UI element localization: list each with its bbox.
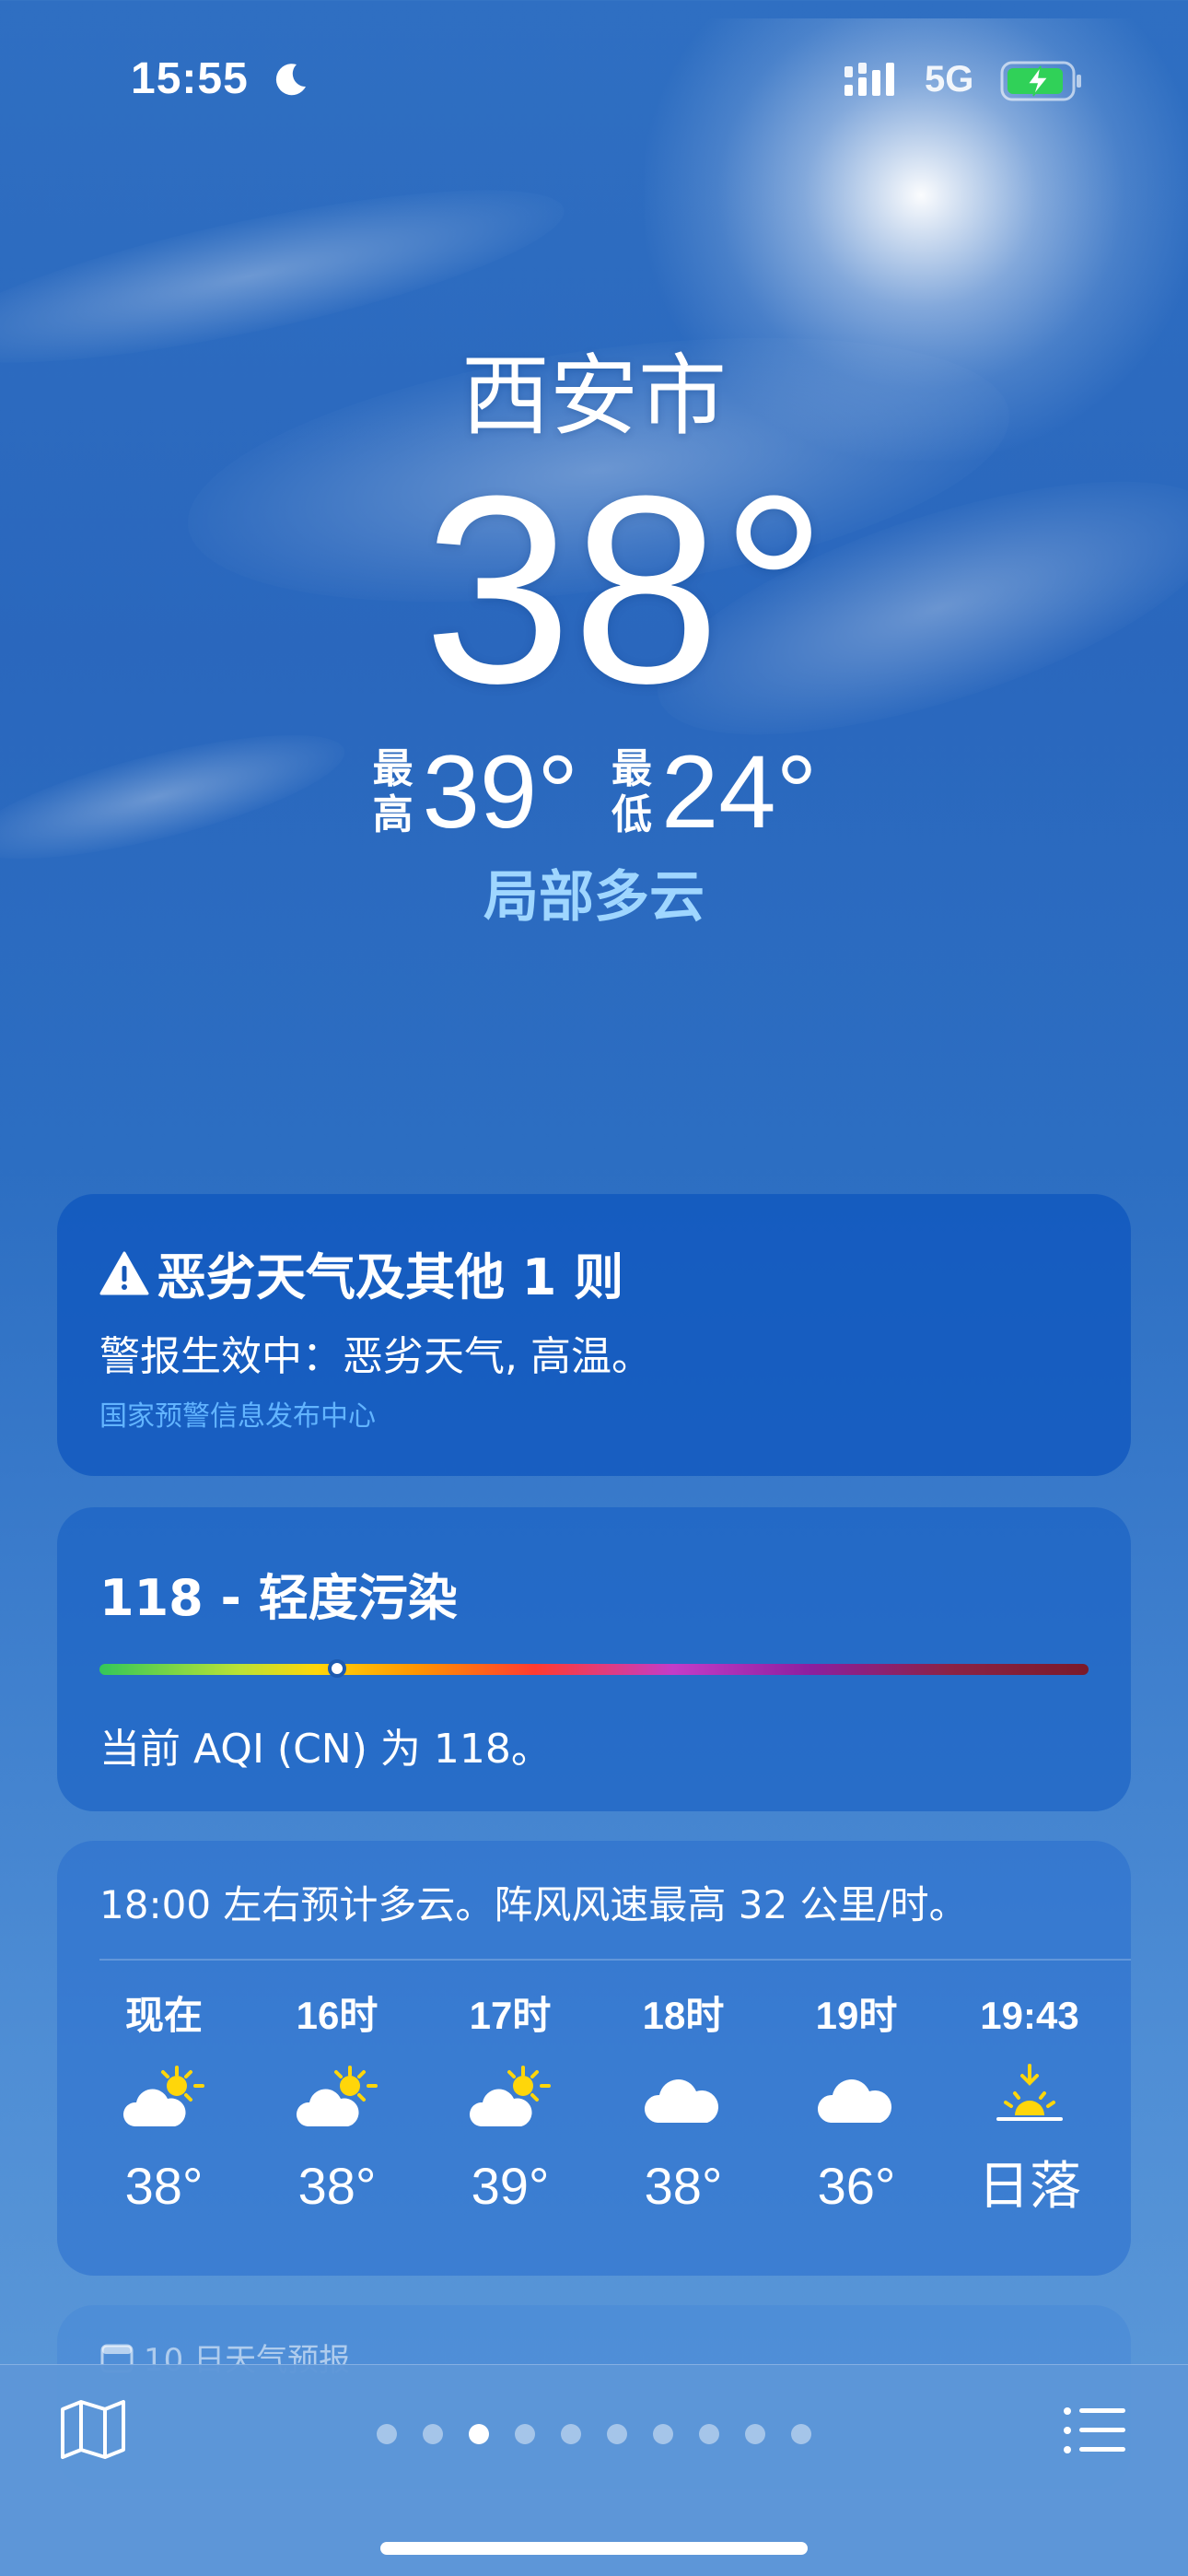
alert-title: 恶劣天气及其他 1 则 xyxy=(157,1248,624,1306)
hourly-item: 19:43 日落 xyxy=(956,1988,1103,2255)
partly-sunny-icon xyxy=(437,2043,584,2154)
weather-header: 西安市 38° 最高 39° 最低 24° 局部多云 xyxy=(0,341,1188,934)
status-bar: 15:55 5G xyxy=(0,0,1188,129)
alert-source-link[interactable]: 国家预警信息发布中心 xyxy=(99,1393,376,1434)
current-temperature: 38° xyxy=(423,440,828,739)
warning-triangle-icon xyxy=(99,1251,149,1294)
hour-label: 19:43 xyxy=(980,1994,1079,2037)
page-dot[interactable] xyxy=(423,2424,443,2444)
page-dot[interactable] xyxy=(469,2424,489,2444)
bottom-toolbar xyxy=(0,2364,1188,2576)
hour-value: 38° xyxy=(297,2157,377,2215)
page-dot[interactable] xyxy=(561,2424,581,2444)
moon-icon xyxy=(275,64,306,96)
hourly-item: 17时 39° xyxy=(437,1988,584,2255)
aqi-indicator-dot xyxy=(327,1659,346,1678)
hour-label: 现在 xyxy=(124,1994,203,2037)
high-label: 最高 xyxy=(372,745,413,838)
page-dot[interactable] xyxy=(515,2424,535,2444)
hourly-scroll[interactable]: 现在 38° 16时 38° 17时 39° 18时 38° 19时 36° 19:43 日落 xyxy=(90,1988,1103,2255)
status-time: 15:55 xyxy=(131,54,249,103)
high-value: 39° xyxy=(422,734,578,849)
hourly-item: 16时 38° xyxy=(263,1988,411,2255)
low-temperature-group: 最低 24° xyxy=(610,737,817,848)
hour-value: 38° xyxy=(644,2157,723,2215)
list-icon[interactable] xyxy=(1063,2406,1127,2455)
weather-condition: 局部多云 xyxy=(483,865,705,930)
hour-label: 19时 xyxy=(815,1994,898,2037)
hour-value: 39° xyxy=(471,2157,550,2215)
high-low-temperature: 最高 39° 最低 24° xyxy=(0,737,1188,848)
hourly-forecast-card[interactable]: 18:00 左右预计多云。阵风风速最高 32 公里/时。 现在 38° 16时 38°… xyxy=(57,1841,1131,2276)
page-dot[interactable] xyxy=(745,2424,765,2444)
city-name: 西安市 xyxy=(461,345,727,448)
page-indicator[interactable] xyxy=(0,2424,1188,2444)
page-dot[interactable] xyxy=(653,2424,673,2444)
hour-label: 18时 xyxy=(642,1994,725,2037)
alert-title-row: 恶劣天气及其他 1 则 xyxy=(99,1236,623,1309)
partly-sunny-icon xyxy=(263,2043,411,2154)
hour-value: 38° xyxy=(124,2157,204,2215)
divider xyxy=(99,1959,1131,1961)
hour-value: 36° xyxy=(817,2157,896,2215)
cloud-icon xyxy=(783,2043,930,2154)
hourly-item: 现在 38° xyxy=(90,1988,238,2255)
sunset-icon xyxy=(956,2043,1103,2154)
home-indicator[interactable] xyxy=(380,2542,808,2555)
page-dot[interactable] xyxy=(377,2424,397,2444)
cloud-icon xyxy=(610,2043,757,2154)
hourly-item: 18时 38° xyxy=(610,1988,757,2255)
aqi-description: 当前 AQI (CN) 为 118。 xyxy=(99,1726,552,1773)
page-dot[interactable] xyxy=(699,2424,719,2444)
hour-value: 日落 xyxy=(978,2157,1081,2215)
hourly-item: 19时 36° xyxy=(783,1988,930,2255)
hour-label: 16时 xyxy=(296,1994,379,2037)
aqi-gradient-bar xyxy=(99,1659,1089,1678)
network-type: 5G xyxy=(925,59,974,100)
hour-label: 17时 xyxy=(469,1994,552,2037)
page-dot[interactable] xyxy=(791,2424,811,2444)
low-label: 最低 xyxy=(611,745,652,838)
low-value: 24° xyxy=(661,734,818,849)
aqi-title: 118 - 轻度污染 xyxy=(99,1569,458,1627)
hourly-summary: 18:00 左右预计多云。阵风风速最高 32 公里/时。 xyxy=(99,1882,968,1927)
partly-sunny-icon xyxy=(90,2043,238,2154)
page-dot[interactable] xyxy=(607,2424,627,2444)
battery-charging-icon xyxy=(1000,61,1081,101)
cellular-signal-icon xyxy=(844,63,894,96)
alert-body: 警报生效中：恶劣天气, 高温。 xyxy=(99,1333,652,1380)
air-quality-card[interactable]: 118 - 轻度污染 当前 AQI (CN) 为 118。 xyxy=(57,1507,1131,1811)
severe-weather-alert-card[interactable]: 恶劣天气及其他 1 则 警报生效中：恶劣天气, 高温。 国家预警信息发布中心 xyxy=(57,1194,1131,1476)
high-temperature-group: 最高 39° xyxy=(371,737,578,848)
